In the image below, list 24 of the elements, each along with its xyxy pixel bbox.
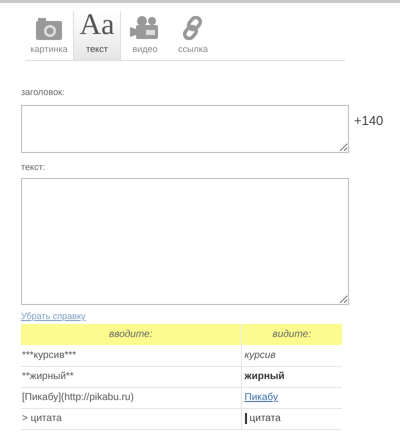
tab[interactable]: Aa текст	[73, 11, 121, 60]
tab[interactable]: картинка	[25, 11, 73, 60]
table-cell: [Пикабу](http://pikabu.ru)	[21, 387, 241, 408]
field-label: заголовок:	[21, 86, 66, 99]
tab[interactable]: ссылка	[169, 11, 217, 60]
text-field[interactable]	[21, 178, 349, 305]
column-header: вводите:	[21, 324, 241, 345]
bold-text: жирный	[244, 371, 285, 382]
table-cell: ***курсив***	[21, 345, 241, 366]
tab[interactable]: видео	[121, 11, 169, 60]
column-header: видите:	[241, 324, 342, 345]
table-cell: > цитата	[21, 408, 241, 429]
video-camera-icon	[130, 16, 160, 40]
text-format-icon: Aa	[80, 10, 114, 40]
quote-text: цитата	[244, 413, 281, 424]
field-label: текст:	[21, 160, 46, 174]
result-link[interactable]: Пикабу	[244, 392, 278, 403]
camera-icon	[36, 18, 62, 40]
character-counter: +140	[354, 112, 384, 130]
table-cell: **жирный**	[21, 366, 241, 387]
hide-help-link[interactable]: Убрать справку	[21, 311, 86, 321]
chain-link-icon	[181, 16, 205, 40]
italic-text: курсив	[244, 350, 276, 361]
title-field[interactable]	[21, 104, 349, 152]
